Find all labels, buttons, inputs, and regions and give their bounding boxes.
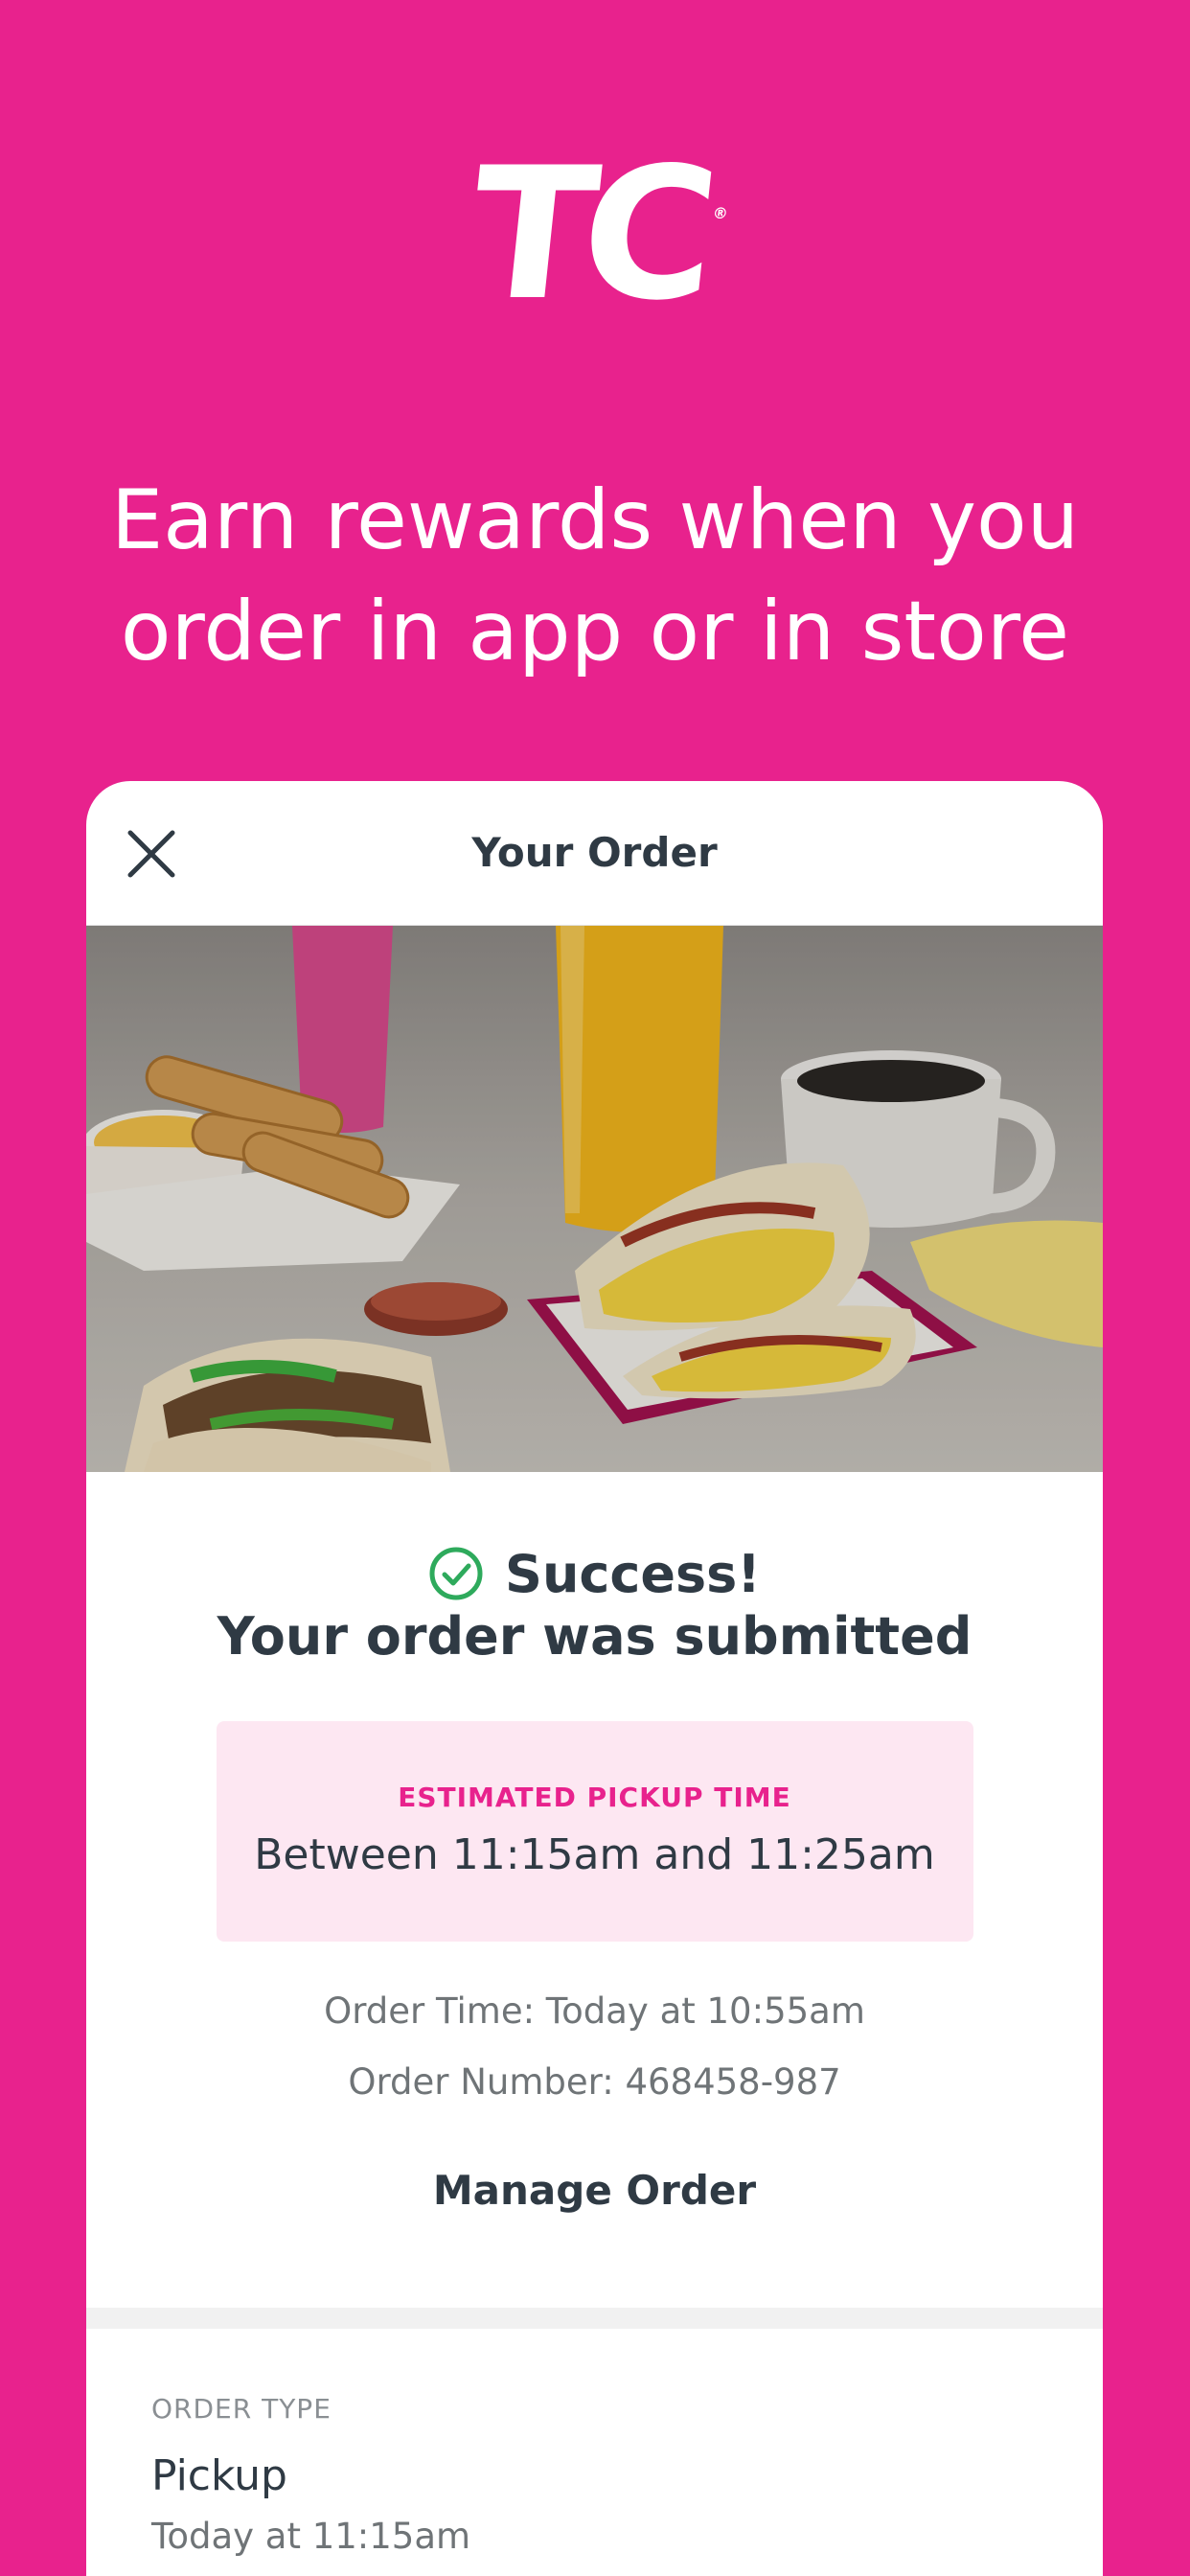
order-card: Your Order Success! Your order was submi… xyxy=(86,781,1103,2576)
order-type-value: Pickup xyxy=(151,2451,287,2500)
headline-line-1: Earn rewards when you xyxy=(110,472,1080,568)
card-header: Your Order xyxy=(86,781,1103,926)
order-type-time: Today at 11:15am xyxy=(151,2516,471,2557)
status-subtitle: Your order was submitted xyxy=(217,1606,973,1667)
card-title: Your Order xyxy=(471,829,718,876)
status-row: Success! xyxy=(86,1539,1103,1608)
headline: Earn rewards when you order in app or in… xyxy=(57,465,1133,687)
logo-text: TC xyxy=(460,128,715,340)
headline-line-2: order in app or in store xyxy=(120,584,1070,679)
section-divider xyxy=(86,2308,1103,2329)
order-type-label: ORDER TYPE xyxy=(151,2393,332,2425)
order-time: Order Time: Today at 10:55am xyxy=(324,1990,865,2032)
pickup-time-box: ESTIMATED PICKUP TIME Between 11:15am an… xyxy=(216,1721,973,1942)
logo-registered-mark: ® xyxy=(711,204,729,222)
pickup-time-value: Between 11:15am and 11:25am xyxy=(254,1830,935,1879)
order-type-section: ORDER TYPE Pickup Today at 11:15am xyxy=(86,2329,1103,2561)
order-number: Order Number: 468458-987 xyxy=(348,2061,841,2103)
manage-order-button[interactable]: Manage Order xyxy=(86,2162,1103,2220)
pickup-time-label: ESTIMATED PICKUP TIME xyxy=(398,1782,791,1813)
brand-logo: TC® xyxy=(0,128,1190,340)
check-circle-icon xyxy=(429,1547,483,1600)
status-title: Success! xyxy=(505,1543,761,1604)
hero-image xyxy=(86,926,1103,1472)
